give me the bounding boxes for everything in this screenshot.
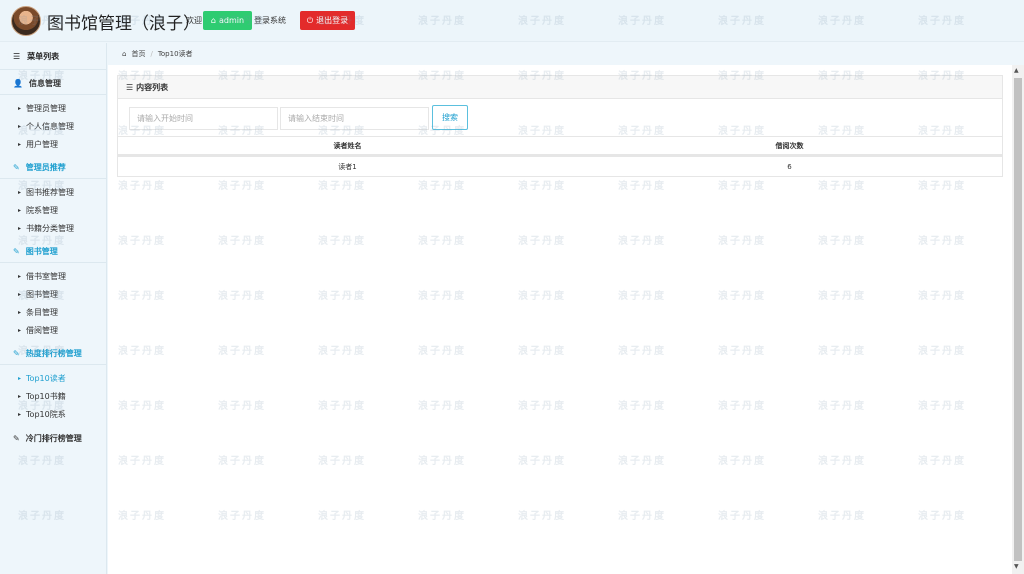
sidebar-item-label: Top10院系 — [26, 410, 66, 419]
caret-right-icon: ▸ — [18, 273, 22, 280]
caret-right-icon: ▸ — [18, 141, 22, 148]
caret-right-icon: ▸ — [18, 225, 22, 232]
group-label: 热度排行榜管理 — [25, 349, 82, 358]
avatar — [11, 6, 41, 36]
sidebar-item-profile-management[interactable]: ▸ 个人信息管理 — [0, 118, 107, 135]
breadcrumb: ⌂ 首页 / Top10读者 — [108, 43, 1024, 65]
home-icon: ⌂ — [210, 16, 216, 25]
sidebar-item-book-category[interactable]: ▸ 书籍分类管理 — [0, 220, 107, 237]
start-time-input[interactable]: 请输入开始时间 — [129, 107, 278, 130]
table-header-row: 读者姓名 借阅次数 — [118, 136, 1002, 156]
sidebar-item-admin-management[interactable]: ▸ 管理员管理 — [0, 100, 107, 117]
sidebar-item-entries[interactable]: ▸ 条目管理 — [0, 304, 107, 321]
admin-button[interactable]: ⌂ admin — [203, 11, 252, 30]
sidebar-item-label: 图书管理 — [26, 290, 59, 299]
power-icon: ⏻ — [306, 15, 314, 25]
group-hot-ranking[interactable]: ✎ 热度排行榜管理 — [0, 343, 107, 365]
search-button[interactable]: 搜索 — [432, 105, 468, 130]
login-system-text: 登录系统 — [254, 16, 286, 25]
caret-right-icon: ▸ — [18, 327, 22, 334]
group-label: 图书管理 — [25, 247, 58, 256]
breadcrumb-separator: / — [150, 50, 153, 58]
logout-button[interactable]: ⏻ 退出登录 — [300, 11, 355, 30]
table-cell: 6 — [787, 162, 792, 171]
user-icon: 👤 — [13, 79, 23, 88]
ranking-table: 读者姓名 借阅次数 读者1 6 — [118, 136, 1002, 176]
column-header: 读者姓名 — [333, 141, 362, 150]
home-icon: ⌂ — [122, 50, 127, 58]
list-icon: ☰ — [13, 51, 21, 61]
sidebar-item-top10-departments[interactable]: ▸ Top10院系 — [0, 406, 107, 423]
sidebar-item-reading-room[interactable]: ▸ 借书室管理 — [0, 268, 107, 285]
group-label: 冷门排行榜管理 — [25, 433, 82, 443]
sidebar-item-book-recommend[interactable]: ▸ 图书推荐管理 — [0, 184, 107, 201]
sidebar-item-label: 用户管理 — [26, 140, 59, 149]
sidebar-item-label: 条目管理 — [26, 308, 59, 317]
end-time-input[interactable]: 请输入结束时间 — [280, 107, 429, 130]
caret-right-icon: ▸ — [18, 207, 22, 214]
logout-button-label: 退出登录 — [316, 16, 349, 25]
sidebar-item-label: 书籍分类管理 — [26, 224, 75, 233]
caret-right-icon: ▸ — [18, 123, 22, 130]
caret-right-icon: ▸ — [18, 309, 22, 316]
menu-title: ☰ 菜单列表 — [0, 43, 107, 70]
content-panel: ☰ 内容列表 请输入开始时间 请输入结束时间 搜索 读者姓名 借阅次数 读者1 … — [117, 75, 1003, 177]
sidebar-item-label: Top10读者 — [26, 374, 66, 383]
caret-right-icon: ▸ — [18, 375, 22, 382]
panel-title: 内容列表 — [136, 82, 169, 92]
sidebar-item-label: 借书室管理 — [26, 272, 67, 281]
sidebar-item-top10-books[interactable]: ▸ Top10书籍 — [0, 388, 107, 405]
edit-icon: ✎ — [13, 247, 20, 256]
sidebar-item-label: 借阅管理 — [26, 326, 59, 335]
group-admin-recommend[interactable]: ✎ 管理员推荐 — [0, 157, 107, 179]
edit-icon: ✎ — [13, 163, 20, 172]
table-row: 读者1 6 — [118, 156, 1002, 176]
scroll-up-arrow-icon[interactable]: ▲ — [1014, 67, 1019, 74]
group-book-management[interactable]: ✎ 图书管理 — [0, 241, 107, 263]
app-title: 图书馆管理（浪子） — [47, 14, 200, 34]
caret-right-icon: ▸ — [18, 411, 22, 418]
list-icon: ☰ — [126, 82, 134, 92]
admin-button-label: admin — [219, 16, 245, 25]
menu-title-label: 菜单列表 — [27, 51, 60, 61]
scrollbar-thumb[interactable] — [1014, 78, 1022, 561]
sidebar-item-department[interactable]: ▸ 院系管理 — [0, 202, 107, 219]
sidebar-item-borrowing[interactable]: ▸ 借阅管理 — [0, 322, 107, 339]
breadcrumb-current: Top10读者 — [157, 50, 193, 58]
main-content: ☰ 内容列表 请输入开始时间 请输入结束时间 搜索 读者姓名 借阅次数 读者1 … — [108, 65, 1012, 574]
sidebar-item-books[interactable]: ▸ 图书管理 — [0, 286, 107, 303]
welcome-text: 欢迎 — [186, 16, 202, 25]
group-cold-ranking[interactable]: ✎ 冷门排行榜管理 — [0, 427, 107, 449]
caret-right-icon: ▸ — [18, 291, 22, 298]
column-header: 借阅次数 — [775, 141, 804, 150]
sidebar-item-label: 管理员管理 — [26, 104, 67, 113]
panel-header: ☰ 内容列表 — [118, 76, 1002, 99]
breadcrumb-home[interactable]: 首页 — [131, 49, 145, 59]
sidebar: ☰ 菜单列表 👤 信息管理 ▸ 管理员管理 ▸ 个人信息管理 ▸ 用户管理 ✎ 管理员… — [0, 43, 107, 574]
group-label: 管理员推荐 — [25, 163, 66, 172]
sidebar-item-label: 图书推荐管理 — [26, 188, 75, 197]
caret-right-icon: ▸ — [18, 393, 22, 400]
sidebar-item-label: 个人信息管理 — [26, 122, 75, 131]
group-info-management[interactable]: 👤 信息管理 — [0, 73, 107, 95]
caret-right-icon: ▸ — [18, 105, 22, 112]
sidebar-item-label: Top10书籍 — [26, 392, 66, 401]
group-label: 信息管理 — [28, 79, 61, 88]
sidebar-item-top10-readers[interactable]: ▸ Top10读者 — [0, 370, 107, 387]
sidebar-item-label: 院系管理 — [26, 206, 59, 215]
caret-right-icon: ▸ — [18, 189, 22, 196]
edit-icon: ✎ — [13, 433, 20, 443]
edit-icon: ✎ — [13, 349, 20, 358]
table-cell: 读者1 — [338, 162, 357, 171]
sidebar-item-user-management[interactable]: ▸ 用户管理 — [0, 136, 107, 153]
scroll-down-arrow-icon[interactable]: ▼ — [1014, 563, 1019, 570]
top-header: 图书馆管理（浪子） 欢迎 ⌂ admin 登录系统 ⏻ 退出登录 — [0, 0, 1024, 42]
